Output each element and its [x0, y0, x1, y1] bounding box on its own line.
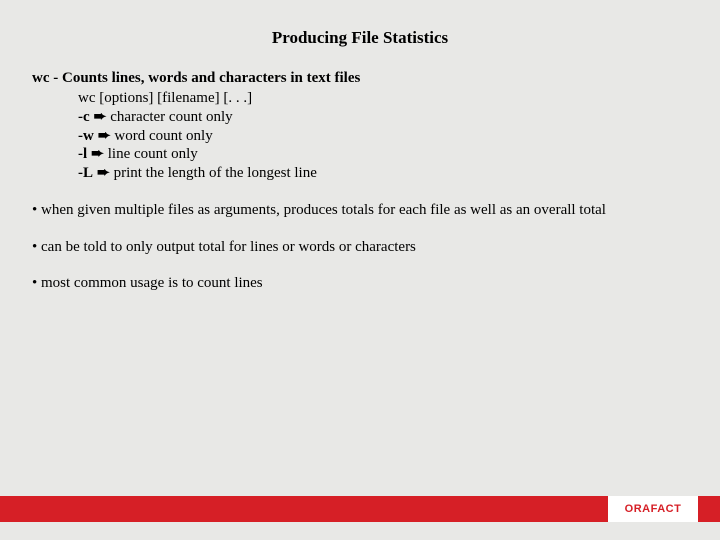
bullet-list: • when given multiple files as arguments… — [32, 201, 688, 293]
slide-body: Producing File Statistics wc - Counts li… — [0, 0, 720, 293]
slide-title: Producing File Statistics — [32, 28, 688, 48]
footer-accent-right — [698, 496, 720, 522]
footer-accent-mid — [22, 496, 608, 522]
command-dash: - — [50, 70, 63, 86]
option-row: -L ➨ print the length of the longest lin… — [78, 164, 688, 183]
arrow-icon: ➨ — [97, 164, 110, 183]
option-desc: word count only — [114, 127, 212, 146]
option-row: -c ➨ character count only — [78, 108, 688, 127]
footer-accent-left — [0, 496, 22, 522]
option-flag: -L — [78, 164, 93, 183]
option-desc: line count only — [108, 145, 198, 164]
option-desc: character count only — [110, 108, 232, 127]
arrow-icon: ➨ — [98, 127, 111, 146]
option-row: -w ➨ word count only — [78, 127, 688, 146]
bullet-item: • most common usage is to count lines — [32, 274, 688, 293]
option-flag: -c — [78, 108, 90, 127]
footer-bar: ORAFACT — [0, 496, 720, 522]
option-flag: -w — [78, 127, 94, 146]
command-heading: wc - Counts lines, words and characters … — [32, 70, 688, 87]
option-flag: -l — [78, 145, 87, 164]
footer-brand: ORAFACT — [608, 496, 698, 522]
command-desc: Counts lines, words and characters in te… — [62, 70, 360, 86]
command-usage: wc [options] [filename] [. . .] — [78, 89, 688, 108]
arrow-icon: ➨ — [94, 108, 107, 127]
option-row: -l ➨ line count only — [78, 145, 688, 164]
command-name: wc — [32, 70, 50, 86]
bullet-item: • can be told to only output total for l… — [32, 238, 688, 257]
option-desc: print the length of the longest line — [114, 164, 317, 183]
arrow-icon: ➨ — [91, 145, 104, 164]
bullet-item: • when given multiple files as arguments… — [32, 201, 688, 220]
